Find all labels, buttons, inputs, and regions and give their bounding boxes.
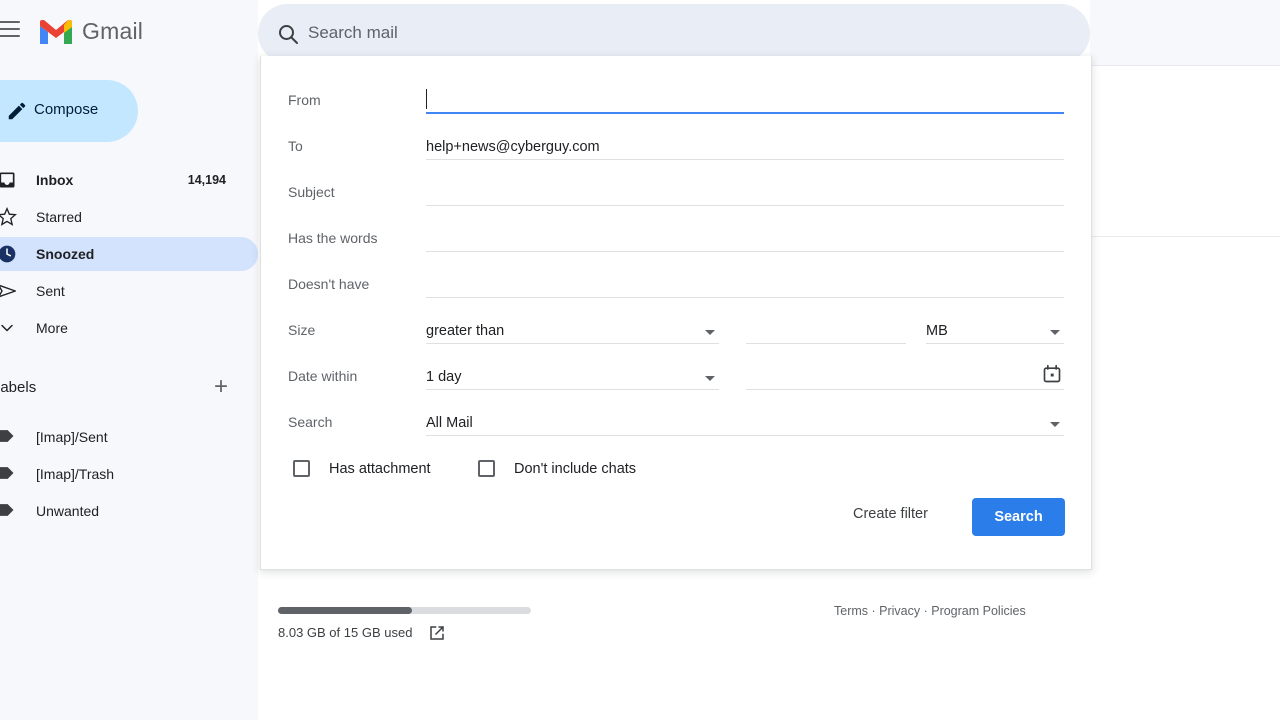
to-label: To [288, 138, 303, 154]
labels-title: Labels [0, 379, 36, 396]
pencil-icon [6, 100, 28, 122]
label-tag-icon [0, 503, 16, 519]
text-caret [426, 89, 427, 109]
inbox-count: 14,194 [188, 173, 226, 187]
to-value: help+news@cyberguy.com [426, 139, 600, 155]
label-item-imap-sent[interactable]: [Imap]/Sent [0, 418, 258, 455]
label-item-imap-trash[interactable]: [Imap]/Trash [0, 455, 258, 492]
labels-header: Labels + [0, 377, 258, 405]
footer-sep-1: · [868, 604, 879, 618]
sidebar-item-snoozed[interactable]: Snoozed [0, 237, 258, 271]
dont-include-chats-label[interactable]: Don't include chats [514, 461, 636, 477]
chevron-down-icon [705, 376, 715, 381]
inbox-icon [0, 169, 18, 191]
background-header-strip [1090, 0, 1280, 65]
search-scope-value: All Mail [426, 415, 473, 431]
size-label: Size [288, 322, 315, 338]
subject-input[interactable] [426, 178, 1064, 206]
sidebar-item-inbox[interactable]: Inbox 14,194 [0, 163, 258, 197]
has-attachment-checkbox[interactable] [293, 460, 310, 477]
hamburger-menu-icon[interactable] [0, 21, 20, 39]
subject-label: Subject [288, 184, 335, 200]
has-words-label: Has the words [288, 230, 377, 246]
doesnt-have-label: Doesn't have [288, 276, 369, 292]
gmail-wordmark: Gmail [82, 18, 143, 45]
chevron-down-icon [0, 317, 18, 339]
privacy-link[interactable]: Privacy [879, 604, 920, 618]
from-input[interactable] [426, 86, 1064, 114]
program-policies-link[interactable]: Program Policies [931, 604, 1025, 618]
labels-list: [Imap]/Sent [Imap]/Trash Unwanted [0, 418, 258, 529]
date-range-select[interactable]: 1 day [426, 362, 719, 390]
label-item-label: [Imap]/Trash [36, 466, 114, 482]
background-divider-1 [1090, 65, 1280, 66]
create-filter-button[interactable]: Create filter [853, 506, 928, 522]
chevron-down-icon [705, 330, 715, 335]
size-unit-value: MB [926, 323, 948, 339]
has-attachment-label[interactable]: Has attachment [329, 461, 431, 477]
open-in-new-icon[interactable] [428, 624, 446, 642]
chevron-down-icon [1050, 330, 1060, 335]
search-options-panel: From To help+news@cyberguy.com Subject H… [260, 56, 1092, 570]
chevron-down-icon [1050, 422, 1060, 427]
compose-label: Compose [34, 101, 98, 118]
gmail-logo-icon [38, 18, 74, 46]
sidebar-nav-list: Inbox 14,194 Starred Snooze [0, 163, 258, 348]
compose-button[interactable]: Compose [0, 80, 138, 142]
background-divider-2 [1090, 236, 1280, 237]
storage-progress-fill [278, 607, 412, 614]
search-scope-label: Search [288, 414, 332, 430]
terms-link[interactable]: Terms [834, 604, 868, 618]
plus-icon[interactable]: + [210, 377, 232, 399]
clock-icon [0, 243, 18, 265]
doesnt-have-input[interactable] [426, 270, 1064, 298]
calendar-icon[interactable] [1042, 364, 1064, 386]
size-amount-input[interactable] [746, 316, 906, 344]
search-input[interactable]: Search mail [308, 23, 398, 43]
sidebar-item-starred[interactable]: Starred [0, 200, 258, 234]
footer-links: Terms · Privacy · Program Policies [834, 604, 1026, 618]
from-label: From [288, 92, 321, 108]
date-value-input[interactable] [746, 362, 1064, 390]
search-button[interactable]: Search [972, 498, 1065, 536]
gmail-window: Gmail Compose Inbox 14,194 [0, 0, 1280, 720]
date-range-value: 1 day [426, 369, 461, 385]
dont-include-chats-checkbox[interactable] [478, 460, 495, 477]
size-unit-select[interactable]: MB [926, 316, 1064, 344]
size-comparator-value: greater than [426, 323, 504, 339]
send-icon [0, 280, 18, 302]
to-input[interactable]: help+news@cyberguy.com [426, 132, 1064, 160]
search-bar[interactable]: Search mail [258, 4, 1090, 63]
label-item-unwanted[interactable]: Unwanted [0, 492, 258, 529]
star-icon [0, 206, 18, 228]
label-item-label: [Imap]/Sent [36, 429, 108, 445]
search-scope-select[interactable]: All Mail [426, 408, 1064, 436]
sidebar-item-more[interactable]: More [0, 311, 258, 345]
size-comparator-select[interactable]: greater than [426, 316, 719, 344]
footer-sep-2: · [920, 604, 931, 618]
label-tag-icon [0, 429, 16, 445]
search-icon [276, 22, 300, 46]
sidebar-item-label: More [36, 320, 68, 336]
sidebar: Gmail Compose Inbox 14,194 [0, 0, 258, 720]
storage-progress-bar [278, 607, 531, 614]
sidebar-item-label: Snoozed [36, 246, 94, 262]
checkbox-row: Has attachment Don't include chats [261, 450, 1093, 486]
label-tag-icon [0, 466, 16, 482]
sidebar-item-label: Starred [36, 209, 82, 225]
sidebar-item-sent[interactable]: Sent [0, 274, 258, 308]
label-item-label: Unwanted [36, 503, 99, 519]
has-words-input[interactable] [426, 224, 1064, 252]
date-within-label: Date within [288, 368, 357, 384]
storage-text: 8.03 GB of 15 GB used [278, 625, 412, 640]
sidebar-item-label: Inbox [36, 172, 73, 188]
sidebar-item-label: Sent [36, 283, 65, 299]
